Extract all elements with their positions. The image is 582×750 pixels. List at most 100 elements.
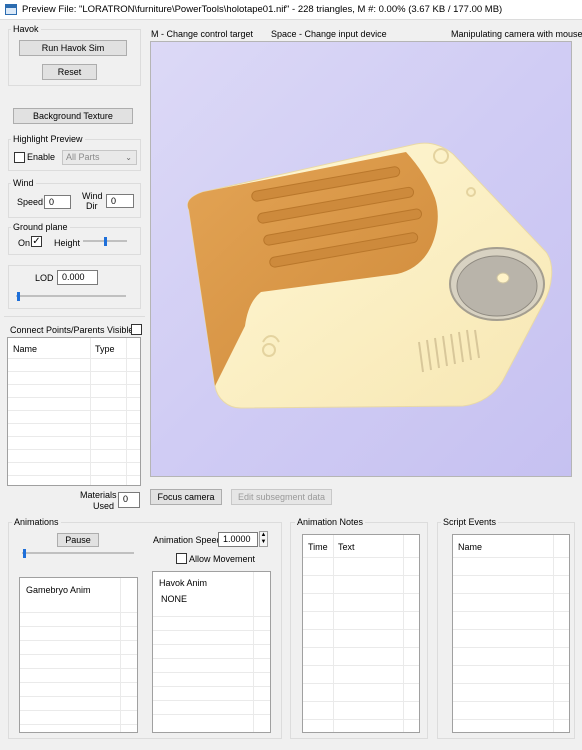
list-divider (303, 557, 419, 558)
list-divider (20, 654, 137, 655)
wind-dir-input[interactable]: 0 (106, 194, 134, 208)
events-col-name: Name (458, 542, 483, 552)
animation-speed-spinner[interactable]: ▲ ▼ (259, 531, 268, 547)
holotape-model (187, 142, 553, 409)
animation-timeline-thumb[interactable] (23, 549, 26, 558)
reset-button[interactable]: Reset (42, 64, 97, 80)
ground-on-checkbox[interactable]: ✓ (31, 236, 42, 247)
list-divider (20, 626, 137, 627)
list-divider (553, 535, 554, 732)
animation-notes-title: Animation Notes (295, 517, 366, 527)
list-divider (453, 593, 569, 594)
connect-col-name: Name (13, 344, 38, 354)
list-divider (8, 384, 140, 385)
highlight-parts-value: All Parts (66, 152, 100, 162)
ground-height-label: Height (54, 238, 81, 248)
list-divider (20, 640, 137, 641)
list-item[interactable]: NONE (161, 594, 187, 604)
wind-dir-label-2: Dir (86, 201, 98, 211)
hint-camera-mouse: Manipulating camera with mouse (451, 29, 582, 39)
allow-movement-label: Allow Movement (189, 554, 256, 564)
materials-label-2: Used (93, 501, 115, 511)
list-divider (303, 701, 419, 702)
hint-change-input: Space - Change input device (271, 29, 387, 39)
animation-timeline-slider[interactable] (22, 552, 134, 554)
connect-points-list[interactable]: Name Type (7, 337, 141, 486)
list-divider (153, 616, 270, 617)
title-bar: Preview File: "LORATRON\furniture\PowerT… (0, 0, 582, 20)
animation-speed-label: Animation Speed (153, 535, 222, 545)
app-icon (5, 4, 17, 15)
gamebryo-anim-header: Gamebryo Anim (26, 585, 91, 595)
havok-anim-header: Havok Anim (159, 578, 208, 588)
havok-group-title: Havok (11, 24, 41, 34)
list-divider (453, 611, 569, 612)
connect-col-type: Type (95, 344, 115, 354)
script-events-list[interactable]: Name (452, 534, 570, 733)
list-divider (153, 672, 270, 673)
pause-button[interactable]: Pause (57, 533, 99, 547)
wind-speed-label: Speed (17, 197, 44, 207)
list-divider (333, 535, 334, 732)
lod-slider[interactable] (16, 295, 126, 297)
list-divider (20, 612, 137, 613)
list-divider (453, 683, 569, 684)
list-divider (453, 575, 569, 576)
preview-viewport[interactable] (150, 41, 572, 477)
list-divider (153, 630, 270, 631)
wind-dir-label-1: Wind (82, 191, 103, 201)
enable-label: Enable (27, 152, 56, 162)
animation-notes-list[interactable]: Time Text (302, 534, 420, 733)
list-divider (453, 701, 569, 702)
focus-camera-button[interactable]: Focus camera (150, 489, 222, 505)
havok-anim-list[interactable]: Havok Anim NONE (152, 571, 271, 733)
connect-points-title: Connect Points/Parents (10, 325, 105, 335)
list-divider (8, 462, 140, 463)
list-divider (153, 714, 270, 715)
animations-title: Animations (12, 517, 61, 527)
lod-slider-thumb[interactable] (17, 292, 20, 301)
list-divider (303, 719, 419, 720)
list-divider (8, 475, 140, 476)
list-divider (20, 710, 137, 711)
list-divider (153, 700, 270, 701)
list-divider (153, 658, 270, 659)
hint-change-target: M - Change control target (151, 29, 254, 39)
checkmark-icon: ✓ (32, 236, 41, 247)
wind-title: Wind (11, 178, 36, 188)
notes-col-time: Time (308, 542, 328, 552)
materials-used-input: 0 (118, 492, 140, 508)
lod-value-input[interactable]: 0.000 (57, 270, 98, 285)
connect-visible-label: Visible (107, 325, 134, 335)
list-divider (403, 535, 404, 732)
lod-label: LOD (35, 273, 54, 283)
notes-col-text: Text (338, 542, 355, 552)
list-divider (20, 696, 137, 697)
list-divider (120, 578, 121, 732)
list-divider (8, 449, 140, 450)
list-divider (8, 436, 140, 437)
spin-down-icon[interactable]: ▼ (260, 539, 267, 546)
connect-visible-checkbox[interactable] (131, 324, 142, 335)
spin-up-icon[interactable]: ▲ (260, 532, 267, 539)
background-texture-button[interactable]: Background Texture (13, 108, 133, 124)
run-havok-sim-button[interactable]: Run Havok Sim (19, 40, 127, 56)
list-divider (453, 647, 569, 648)
highlight-parts-select[interactable]: All Parts ⌄ (62, 150, 137, 165)
allow-movement-checkbox[interactable] (176, 553, 187, 564)
enable-checkbox[interactable] (14, 152, 25, 163)
chevron-down-icon: ⌄ (125, 153, 132, 162)
list-divider (8, 410, 140, 411)
connect-points-divider (4, 316, 145, 317)
wind-speed-input[interactable]: 0 (44, 195, 71, 209)
animation-speed-input[interactable]: 1.0000 (218, 532, 258, 547)
list-divider (303, 575, 419, 576)
list-divider (303, 665, 419, 666)
list-divider (303, 593, 419, 594)
list-divider (453, 557, 569, 558)
list-divider (153, 686, 270, 687)
list-divider (453, 629, 569, 630)
gamebryo-anim-list[interactable]: Gamebryo Anim (19, 577, 138, 733)
list-divider (8, 358, 140, 359)
ground-height-slider-thumb[interactable] (103, 237, 107, 246)
